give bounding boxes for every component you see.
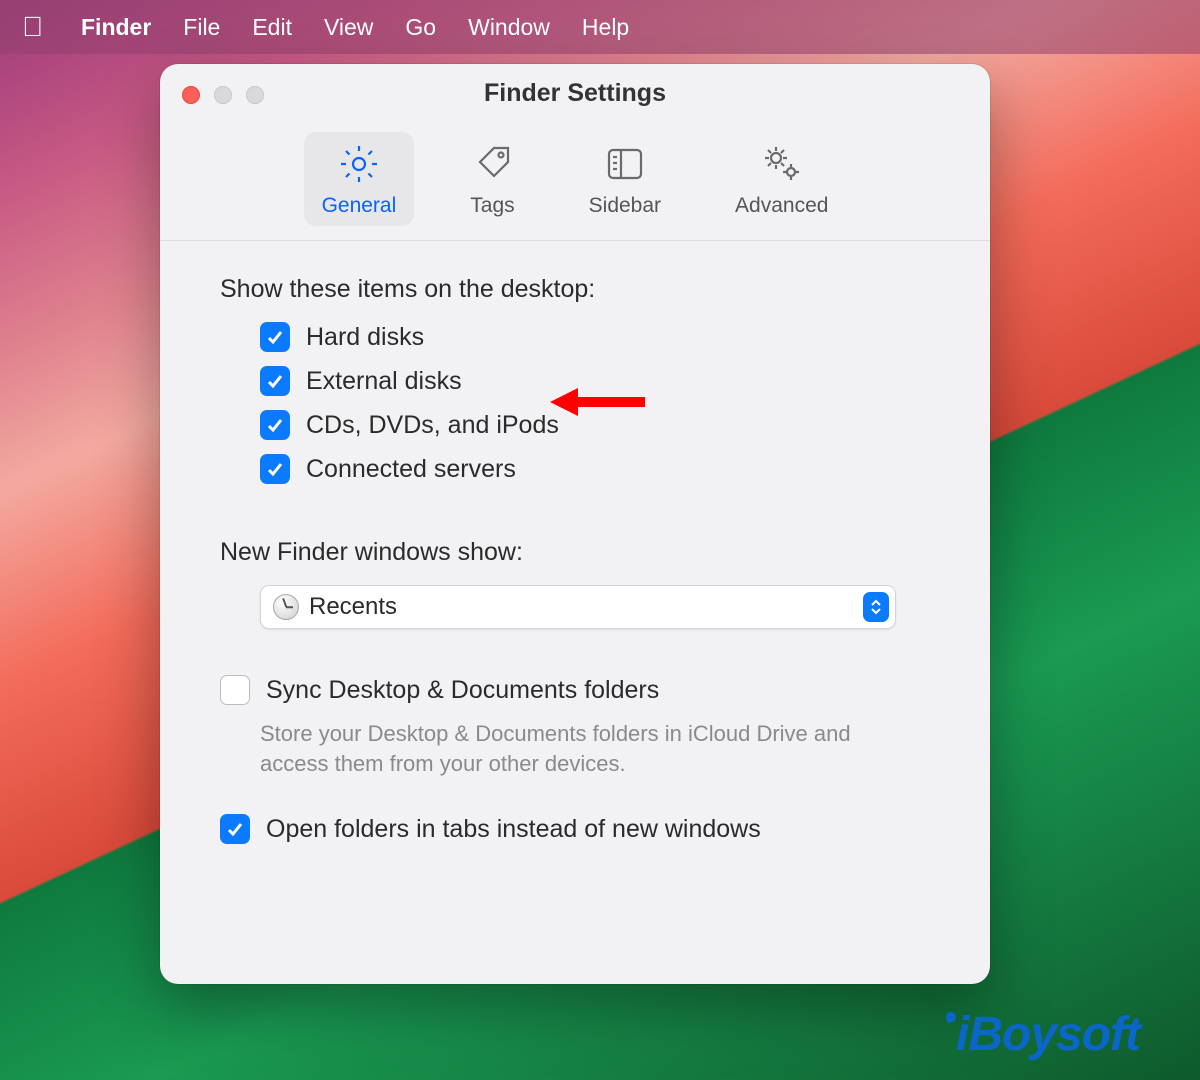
checkbox-row-cds-dvds-ipods: CDs, DVDs, and iPods [260,410,930,440]
checkbox-cds-dvds-ipods[interactable] [260,410,290,440]
popup-stepper-icon [863,592,889,622]
tab-label: Tags [470,194,514,218]
checkbox-label: External disks [306,367,462,396]
checkbox-sync-desktop-documents[interactable] [220,675,250,705]
menubar-item-window[interactable]: Window [468,14,550,41]
checkbox-label: Open folders in tabs instead of new wind… [266,815,761,844]
checkbox-hard-disks[interactable] [260,322,290,352]
window-close-button[interactable] [182,86,200,104]
window-zoom-button[interactable] [246,86,264,104]
window-minimize-button[interactable] [214,86,232,104]
settings-tabs: General Tags Sidebar Advanced [160,122,990,241]
desktop-items-heading: Show these items on the desktop: [220,275,930,304]
checkbox-row-connected-servers: Connected servers [260,454,930,484]
tab-label: Advanced [735,194,828,218]
window-title: Finder Settings [160,79,990,108]
sidebar-icon [603,142,647,186]
menubar-item-help[interactable]: Help [582,14,629,41]
checkbox-open-in-tabs[interactable] [220,814,250,844]
checkbox-external-disks[interactable] [260,366,290,396]
menubar:  Finder File Edit View Go Window Help [0,0,1200,54]
checkbox-label: CDs, DVDs, and iPods [306,411,559,440]
checkbox-row-open-in-tabs: Open folders in tabs instead of new wind… [220,814,930,844]
new-windows-popup[interactable]: Recents [260,585,896,629]
window-titlebar: Finder Settings [160,64,990,122]
finder-settings-window: Finder Settings General Tags Sidebar Adv… [160,64,990,984]
gears-icon [760,142,804,186]
window-traffic-lights [182,86,264,104]
menubar-app-name[interactable]: Finder [81,14,151,41]
tab-label: General [322,194,397,218]
checkbox-label: Hard disks [306,323,424,352]
tag-icon [470,142,514,186]
new-windows-heading: New Finder windows show: [220,538,930,567]
menubar-item-edit[interactable]: Edit [252,14,292,41]
checkbox-label: Connected servers [306,455,516,484]
checkbox-row-hard-disks: Hard disks [260,322,930,352]
checkbox-row-external-disks: External disks [260,366,930,396]
tab-sidebar[interactable]: Sidebar [571,132,679,226]
menubar-item-file[interactable]: File [183,14,220,41]
watermark-logo: iBoysoft [946,1007,1140,1062]
apple-menu-icon[interactable]:  [22,11,43,43]
checkbox-connected-servers[interactable] [260,454,290,484]
recents-icon [273,594,299,620]
settings-content: Show these items on the desktop: Hard di… [160,241,990,984]
tab-tags[interactable]: Tags [452,132,532,226]
popup-value: Recents [309,593,397,621]
menubar-item-go[interactable]: Go [405,14,436,41]
checkbox-row-sync-desktop-documents: Sync Desktop & Documents folders [220,675,930,705]
sync-help-text: Store your Desktop & Documents folders i… [260,719,860,778]
menubar-item-view[interactable]: View [324,14,373,41]
tab-general[interactable]: General [304,132,415,226]
gear-icon [337,142,381,186]
tab-advanced[interactable]: Advanced [717,132,846,226]
checkbox-label: Sync Desktop & Documents folders [266,676,659,705]
tab-label: Sidebar [589,194,661,218]
